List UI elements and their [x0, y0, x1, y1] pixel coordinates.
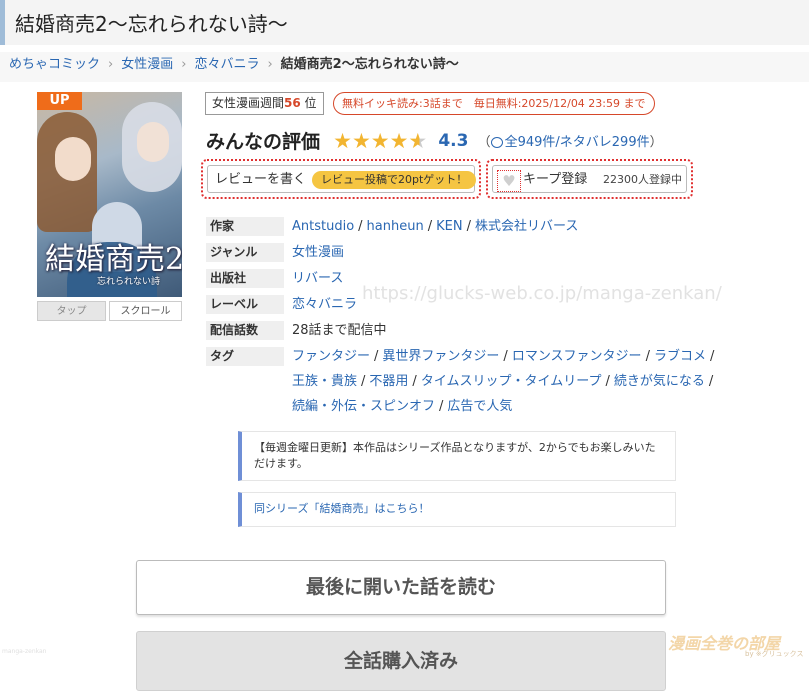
review-reward-pill: レビュー投稿で20ptゲット！ [312, 171, 477, 189]
info-row-author: 作家 Antstudio / hanheun / KEN / 株式会社リバース [206, 214, 746, 240]
tag-link[interactable]: 続編・外伝・スピンオフ [292, 399, 435, 414]
info-key: タグ [206, 347, 284, 366]
all-bought-button[interactable]: 全話購入済み [136, 631, 666, 691]
keep-button[interactable]: ♥ キープ登録 22300人登録中 [486, 159, 693, 199]
star-half-icon: ★ [408, 128, 428, 153]
cover-image[interactable]: 結婚商売2 忘れられない詩 [37, 92, 182, 297]
chevron-right-icon: › [108, 57, 114, 72]
cover-art-face [137, 122, 169, 162]
review-count-link[interactable]: 全949件/ネタバレ299件 [505, 135, 650, 150]
write-review-inner: レビューを書く レビュー投稿で20ptゲット！ [207, 165, 477, 193]
info-key: レーベル [206, 295, 284, 314]
star-icon: ★ [370, 128, 390, 153]
review-count: （全949件/ネタバレ299件） [477, 135, 663, 150]
genre-link[interactable]: 女性漫画 [292, 245, 344, 260]
breadcrumb-link-label[interactable]: 恋々バニラ [194, 57, 259, 72]
left-watermark: manga-zenkan [2, 648, 47, 655]
series-notice: 同シリーズ「結婚商売」はこちら！ [238, 492, 676, 527]
free-campaign-badge: 無料イッキ読み:3話まで 毎日無料:2025/12/04 23:59 まで [333, 92, 655, 115]
info-key: 出版社 [206, 269, 284, 288]
ranking-suffix: 位 [304, 96, 317, 110]
author-link[interactable]: Antstudio [292, 219, 354, 234]
ranking-number: 56 [284, 96, 301, 110]
breadcrumb: めちゃコミック › 女性漫画 › 恋々バニラ › 結婚商売2〜忘れられない詩〜 [0, 52, 809, 82]
publisher-link[interactable]: リバース [292, 271, 343, 286]
tag-link[interactable]: 異世界ファンタジー [382, 349, 499, 364]
info-value: ファンタジー / 異世界ファンタジー / ロマンスファンタジー / ラブコメ / 王族・貴族 /… [292, 349, 715, 414]
star-icon: ★ [333, 128, 352, 153]
cover-art-face [55, 137, 91, 181]
info-key: 配信話数 [206, 321, 284, 340]
breadcrumb-link-genre[interactable]: 女性漫画 [121, 57, 173, 72]
ranking-badge[interactable]: 女性漫画週間56 位 [205, 92, 324, 115]
tag-link[interactable]: ロマンスファンタジー [512, 349, 642, 364]
scroll-mode-button[interactable]: スクロール [109, 301, 182, 321]
weekly-update-notice: 【毎週金曜日更新】本作品はシリーズ作品となりますが、2からでもお楽しみいただけま… [238, 431, 676, 481]
rating-score: 4.3 [438, 130, 469, 151]
up-badge: UP [37, 92, 82, 110]
info-row-tags: タグ ファンタジー / 異世界ファンタジー / ロマンスファンタジー / ラブコメ / 王族・… [206, 344, 746, 419]
rating-row: みんなの評価 ★★★★★ 4.3 （全949件/ネタバレ299件） [206, 127, 663, 154]
tag-link[interactable]: ラブコメ [654, 349, 706, 364]
tag-link[interactable]: 王族・貴族 [292, 374, 357, 389]
title-bar: 結婚商売2〜忘れられない詩〜 [0, 0, 809, 45]
breadcrumb-current: 結婚商売2〜忘れられない詩〜 [280, 57, 459, 72]
cover-logo: 結婚商売2 [45, 242, 182, 277]
cover-sublogo: 忘れられない詩 [97, 277, 161, 287]
author-link[interactable]: 株式会社リバース [475, 219, 578, 234]
label-link[interactable]: 恋々バニラ [292, 297, 357, 312]
rating-label: みんなの評価 [206, 131, 321, 153]
author-link[interactable]: KEN [436, 219, 462, 234]
info-key: ジャンル [206, 243, 284, 262]
chevron-right-icon: › [267, 57, 273, 72]
heart-icon[interactable]: ♥ [497, 170, 521, 192]
tag-link[interactable]: 広告で人気 [447, 399, 512, 414]
breadcrumb-link-home[interactable]: めちゃコミック [9, 57, 100, 72]
info-value: Antstudio / hanheun / KEN / 株式会社リバース [292, 219, 579, 234]
write-review-button[interactable]: レビューを書く レビュー投稿で20ptゲット！ [201, 159, 481, 199]
keep-count: 22300人登録中 [603, 173, 682, 186]
keep-label: キープ登録 [523, 172, 588, 187]
site-logo-sub: by ※グリュックス [745, 650, 804, 658]
author-link[interactable]: hanheun [367, 219, 424, 234]
info-row-genre: ジャンル 女性漫画 [206, 240, 746, 266]
write-review-label: レビューを書く [215, 172, 307, 187]
read-last-button[interactable]: 最後に開いた話を読む [136, 560, 666, 615]
series-link[interactable]: 同シリーズ「結婚商売」はこちら！ [254, 502, 429, 515]
watermark-url: https://glucks-web.co.jp/manga-zenkan/ [362, 283, 722, 304]
chevron-right-icon: › [181, 57, 187, 72]
tag-link[interactable]: タイムスリップ・タイムリープ [421, 374, 602, 389]
tag-link[interactable]: 不器用 [369, 374, 408, 389]
tap-mode-button[interactable]: タップ [37, 301, 106, 321]
keep-inner: ♥ キープ登録 22300人登録中 [492, 165, 687, 193]
tag-link[interactable]: 続きが気になる [614, 374, 705, 389]
star-icon: ★ [351, 128, 371, 153]
info-value: 女性漫画 [292, 240, 746, 265]
info-key: 作家 [206, 217, 284, 236]
info-value: 28話まで配信中 [292, 323, 387, 338]
page-title: 結婚商売2〜忘れられない詩〜 [15, 12, 288, 36]
star-icon: ★ [389, 128, 409, 153]
tag-link[interactable]: ファンタジー [292, 349, 370, 364]
info-row-episodes: 配信話数 28話まで配信中 [206, 318, 746, 344]
info-table: 作家 Antstudio / hanheun / KEN / 株式会社リバース ジャンル 女… [206, 214, 746, 419]
speech-bubble-icon [490, 137, 503, 148]
rating-stars: ★★★★★ [333, 129, 427, 153]
ranking-prefix: 女性漫画週間 [212, 96, 285, 110]
